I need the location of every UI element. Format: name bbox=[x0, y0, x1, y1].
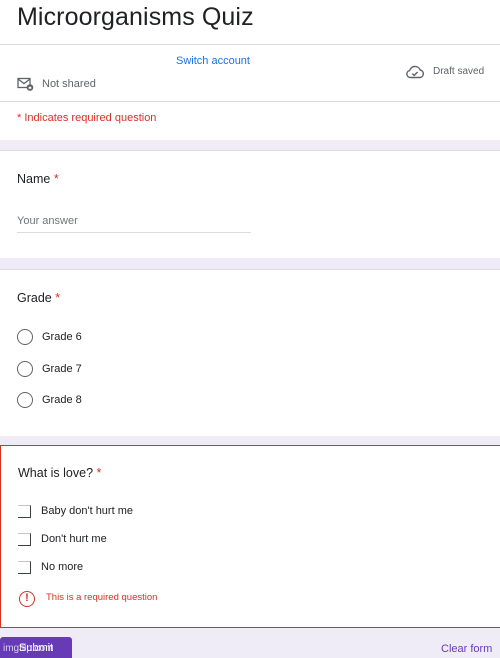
option-label: Grade 7 bbox=[42, 363, 82, 375]
draft-saved-status: Draft saved bbox=[433, 66, 485, 77]
question-card-what-is-love: What is love? * Baby don't hurt me Don't… bbox=[0, 445, 500, 628]
not-shared-label: Not shared bbox=[42, 78, 96, 90]
form-header-card: Microorganisms Quiz Switch account Not s… bbox=[0, 0, 500, 140]
checkbox[interactable] bbox=[18, 560, 31, 574]
option-label: No more bbox=[41, 561, 84, 573]
switch-account-link[interactable]: Switch account bbox=[176, 55, 250, 67]
checkbox[interactable] bbox=[18, 504, 31, 518]
question-title: Name * bbox=[17, 172, 59, 186]
option-label: Grade 8 bbox=[42, 394, 82, 406]
submit-button[interactable]: Submit bbox=[0, 637, 72, 658]
required-star: * bbox=[96, 466, 102, 480]
required-star: * bbox=[53, 172, 59, 186]
clear-form-button[interactable]: Clear form bbox=[441, 643, 492, 655]
question-title-text: What is love? bbox=[18, 466, 94, 480]
radio-option-grade-8[interactable]: Grade 8 bbox=[17, 390, 82, 410]
cloud-check-icon bbox=[406, 65, 424, 79]
question-title: What is love? * bbox=[18, 466, 101, 480]
question-card-grade: Grade * Grade 6 Grade 7 Grade 8 bbox=[0, 269, 500, 436]
radio-option-grade-7[interactable]: Grade 7 bbox=[17, 359, 82, 379]
radio-button[interactable] bbox=[17, 361, 33, 377]
name-answer-input[interactable] bbox=[17, 209, 251, 233]
checkbox[interactable] bbox=[18, 532, 31, 546]
option-label: Baby don't hurt me bbox=[41, 505, 133, 517]
option-label: Don't hurt me bbox=[41, 533, 107, 545]
radio-button[interactable] bbox=[17, 329, 33, 345]
required-error-message: This is a required question bbox=[46, 592, 158, 603]
question-title-text: Name bbox=[17, 172, 51, 186]
option-label: Grade 6 bbox=[42, 331, 82, 343]
required-star: * bbox=[55, 291, 61, 305]
header-divider-2 bbox=[0, 101, 500, 102]
question-card-name: Name * bbox=[0, 150, 500, 258]
form-title: Microorganisms Quiz bbox=[17, 3, 254, 31]
mail-lock-icon bbox=[17, 77, 34, 91]
header-divider bbox=[0, 44, 500, 45]
exclamation-circle-icon: ! bbox=[19, 591, 35, 607]
checkbox-option-2[interactable]: Don't hurt me bbox=[18, 529, 107, 549]
checkbox-option-3[interactable]: No more bbox=[18, 557, 83, 577]
checkbox-option-1[interactable]: Baby don't hurt me bbox=[18, 501, 133, 521]
radio-button[interactable] bbox=[17, 392, 33, 408]
question-title-text: Grade bbox=[17, 291, 52, 305]
required-note: * Indicates required question bbox=[17, 112, 157, 124]
question-title: Grade * bbox=[17, 291, 60, 305]
radio-option-grade-6[interactable]: Grade 6 bbox=[17, 327, 82, 347]
